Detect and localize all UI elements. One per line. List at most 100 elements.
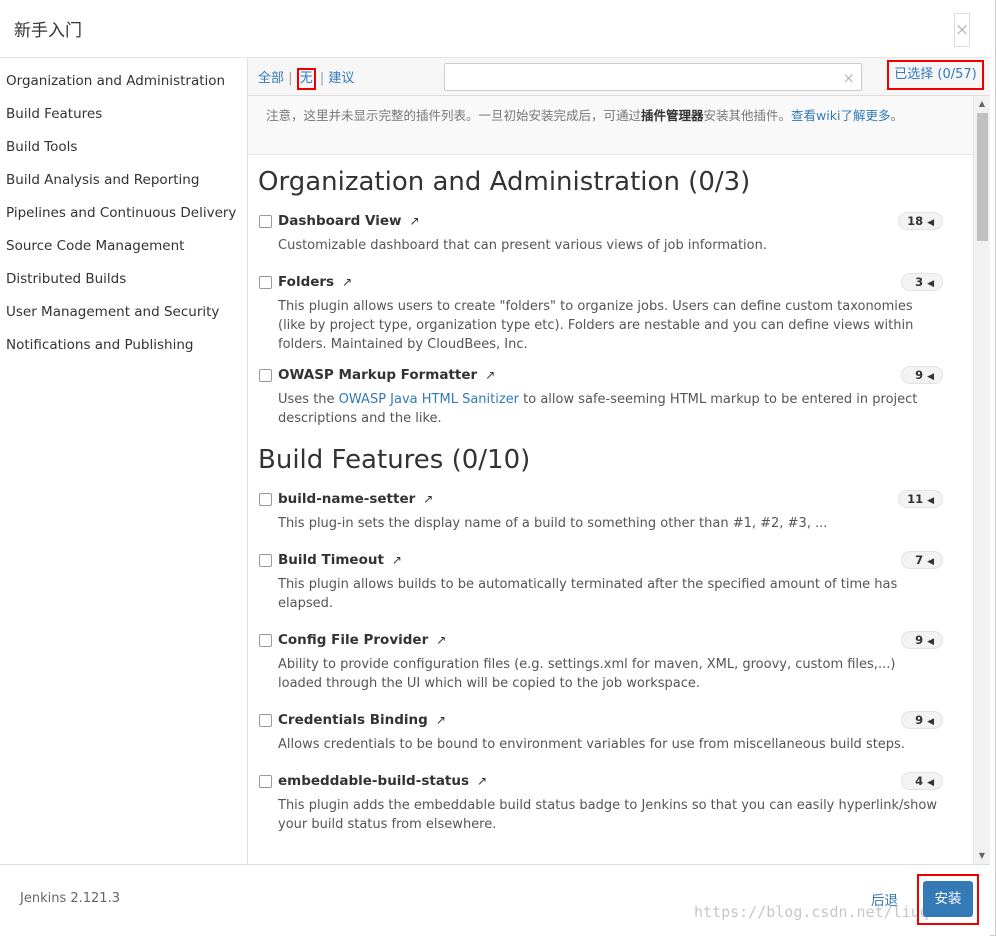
dialog-header: 新手入门 × (0, 0, 990, 58)
dependency-count: 3 (915, 275, 924, 289)
filter-separator: | (288, 71, 293, 86)
close-icon[interactable]: × (954, 13, 970, 47)
plugin-search-input[interactable] (445, 64, 835, 90)
plugin-list: 注意，这里并未显示完整的插件列表。一旦初始安装完成后，可通过插件管理器安装其他插… (248, 96, 973, 864)
caret-left-icon: ◀ (927, 496, 934, 506)
plugin-checkbox[interactable] (259, 276, 272, 289)
external-link-icon[interactable]: ↗ (423, 492, 433, 506)
plugin-item: build-name-setter ↗ 11 ◀ This plug-in sets… (248, 486, 973, 533)
external-link-icon[interactable]: ↗ (436, 713, 446, 727)
plugin-notice: 注意，这里并未显示完整的插件列表。一旦初始安装完成后，可通过插件管理器安装其他插… (248, 96, 973, 155)
dialog-footer: Jenkins 2.121.3 后退 https://blog.csdn.net… (0, 864, 990, 936)
scroll-up-icon[interactable]: ▲ (974, 96, 990, 112)
description-text: Uses the (278, 392, 339, 407)
install-button[interactable]: 安装 (923, 881, 973, 917)
plugin-checkbox[interactable] (259, 634, 272, 647)
scroll-down-icon[interactable]: ▼ (974, 848, 990, 864)
plugin-description: This plug-in sets the display name of a … (278, 516, 828, 531)
external-link-icon[interactable]: ↗ (485, 368, 495, 382)
plugin-name: Build Timeout (278, 552, 384, 568)
clear-search-icon[interactable]: × (842, 69, 855, 87)
caret-left-icon: ◀ (927, 717, 934, 727)
dependency-count-badge[interactable]: 9 ◀ (901, 366, 943, 384)
selected-count-button[interactable]: 已选择 (0/57) (887, 60, 984, 90)
filter-separator: | (319, 71, 325, 86)
plugin-name: build-name-setter (278, 491, 416, 507)
dependency-count: 7 (915, 553, 924, 567)
owasp-sanitizer-link[interactable]: OWASP Java HTML Sanitizer (339, 392, 519, 407)
plugin-checkbox[interactable] (259, 714, 272, 727)
dependency-count: 11 (907, 492, 924, 506)
dependency-count: 9 (915, 368, 924, 382)
plugin-description: This plugin adds the embeddable build st… (278, 798, 938, 832)
plugin-checkbox[interactable] (259, 554, 272, 567)
wiki-link[interactable]: 查看wiki了解更多 (791, 108, 890, 123)
plugin-item: Build Timeout ↗ 7 ◀ This plugin allows bui… (248, 547, 973, 613)
plugin-description: Allows credentials to be bound to enviro… (278, 737, 905, 752)
external-link-icon[interactable]: ↗ (477, 774, 487, 788)
sidebar-item-organization-administration[interactable]: Organization and Administration (0, 65, 247, 98)
dependency-count-badge[interactable]: 7 ◀ (901, 551, 943, 569)
sidebar-item-distributed-builds[interactable]: Distributed Builds (0, 263, 247, 296)
plugin-name: Credentials Binding (278, 712, 428, 728)
select-all-link[interactable]: 全部 (258, 71, 284, 86)
watermark: https://blog.csdn.net/liuqan (694, 903, 947, 921)
select-none-link[interactable]: 无 (296, 68, 316, 90)
dependency-count-badge[interactable]: 11 ◀ (898, 490, 943, 508)
sidebar-item-pipelines-continuous-delivery[interactable]: Pipelines and Continuous Delivery (0, 197, 247, 230)
external-link-icon[interactable]: ↗ (342, 275, 352, 289)
dependency-count-badge[interactable]: 9 ◀ (901, 711, 943, 729)
select-suggested-link[interactable]: 建议 (328, 71, 354, 86)
caret-left-icon: ◀ (927, 637, 934, 647)
sidebar-item-notifications-publishing[interactable]: Notifications and Publishing (0, 329, 247, 362)
plugin-description: This plugin allows users to create "fold… (278, 299, 914, 352)
dependency-count: 4 (915, 774, 924, 788)
dependency-count-badge[interactable]: 3 ◀ (901, 273, 943, 291)
sidebar-item-build-analysis-reporting[interactable]: Build Analysis and Reporting (0, 164, 247, 197)
external-link-icon[interactable]: ↗ (410, 214, 420, 228)
dependency-count: 18 (907, 214, 924, 228)
section-title-organization-administration: Organization and Administration (0/3) (258, 167, 751, 197)
plugin-description: Customizable dashboard that can present … (278, 238, 767, 253)
plugin-item: Dashboard View ↗ 18 ◀ Customizable dashboa… (248, 208, 973, 255)
section-title-build-features: Build Features (0/10) (258, 445, 531, 475)
plugin-checkbox[interactable] (259, 493, 272, 506)
plugin-description: This plugin allows builds to be automati… (278, 577, 898, 611)
external-link-icon[interactable]: ↗ (436, 633, 446, 647)
plugin-checkbox[interactable] (259, 215, 272, 228)
plugin-item: Folders ↗ 3 ◀ This plugin allows users to … (248, 269, 973, 354)
notice-text: 注意，这里并未显示完整的插件列表。一旦初始安装完成后，可通过 (266, 108, 642, 123)
plugin-checkbox[interactable] (259, 775, 272, 788)
plugin-item: OWASP Markup Formatter ↗ 9 ◀ Uses the OWAS… (248, 362, 973, 428)
caret-left-icon: ◀ (927, 778, 934, 788)
plugin-item: Credentials Binding ↗ 9 ◀ Allows credentia… (248, 707, 973, 754)
sidebar-item-user-management-security[interactable]: User Management and Security (0, 296, 247, 329)
caret-left-icon: ◀ (927, 218, 934, 228)
setup-wizard-dialog: 新手入门 × Organization and Administration B… (0, 0, 996, 936)
sidebar-item-source-code-management[interactable]: Source Code Management (0, 230, 247, 263)
scrollbar-thumb[interactable] (977, 113, 988, 241)
caret-left-icon: ◀ (927, 372, 934, 382)
dependency-count-badge[interactable]: 18 ◀ (898, 212, 943, 230)
install-highlight: 安装 (917, 874, 979, 925)
sidebar-item-build-tools[interactable]: Build Tools (0, 131, 247, 164)
plugin-list-scrollbar[interactable]: ▲ ▼ (973, 96, 990, 864)
dependency-count-badge[interactable]: 4 ◀ (901, 772, 943, 790)
plugin-toolbar: 全部 | 无 | 建议 × 已选择 (0/57) (248, 58, 990, 96)
external-link-icon[interactable]: ↗ (392, 553, 402, 567)
plugin-name: Folders (278, 274, 335, 290)
dependency-count-badge[interactable]: 9 ◀ (901, 631, 943, 649)
sidebar-item-build-features[interactable]: Build Features (0, 98, 247, 131)
plugin-checkbox[interactable] (259, 369, 272, 382)
dialog-title: 新手入门 (14, 21, 82, 41)
plugin-item: embeddable-build-status ↗ 4 ◀ This plugin … (248, 768, 973, 834)
plugin-name: embeddable-build-status (278, 773, 470, 789)
notice-text: 。 (890, 108, 903, 123)
plugin-name: Config File Provider (278, 632, 429, 648)
jenkins-version: Jenkins 2.121.3 (20, 891, 120, 906)
dependency-count: 9 (915, 633, 924, 647)
plugin-search-box: × (444, 63, 862, 91)
plugin-name: OWASP Markup Formatter (278, 367, 478, 383)
selection-filters: 全部 | 无 | 建议 (258, 67, 354, 90)
caret-left-icon: ◀ (927, 279, 934, 289)
